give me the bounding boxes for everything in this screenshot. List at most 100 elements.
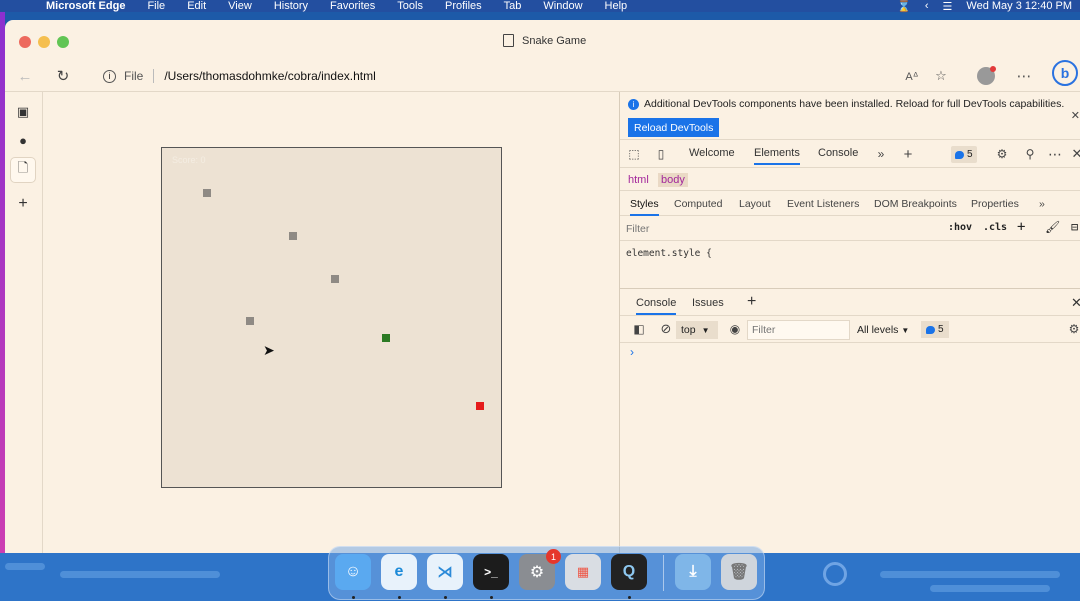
read-aloud-icon[interactable]: Aᐞ [902,66,922,86]
context-select[interactable]: top ▼ [676,321,718,339]
more-subtabs-chevron-icon[interactable]: » [1039,198,1045,210]
menu-app-name[interactable]: Microsoft Edge [46,0,125,12]
tab-welcome[interactable]: Welcome [689,147,735,159]
reload-icon[interactable]: ↻ [53,66,73,86]
snake-head [382,334,390,342]
close-icon[interactable]: ✕ [1071,109,1080,122]
menu-history[interactable]: History [274,0,308,12]
subtab-layout[interactable]: Layout [739,198,771,210]
profile-button[interactable] [976,66,996,86]
trash-icon[interactable]: 🗑 [721,554,757,590]
quicktime-icon[interactable]: Q [611,554,647,590]
add-tab-plus-icon[interactable]: + [900,146,916,163]
context-value: top [681,324,696,336]
breadcrumb-html[interactable]: html [625,173,652,187]
favorites-star-icon[interactable]: ☆ [931,66,951,86]
console-messages-count: 5 [938,324,944,335]
system-settings-icon[interactable]: ⚙ 1 [519,549,561,590]
tab-actions-icon[interactable]: ▣ [11,100,35,124]
close-drawer-icon[interactable]: ✕ [1071,295,1080,311]
breadcrumb: html body [620,169,1080,191]
menu-view[interactable]: View [228,0,252,12]
mac-menu-bar: Microsoft Edge File Edit View History Fa… [0,0,1080,13]
breadcrumb-body[interactable]: body [658,173,688,187]
address-bar[interactable]: i File /Users/thomasdohmke/cobra/index.h… [89,64,849,88]
styles-pane-tabs: Styles Computed Layout Event Listeners D… [620,192,1080,216]
messages-badge[interactable]: 5 [951,146,977,163]
sidebar-toggle-icon[interactable]: ⊟ [1071,220,1078,234]
window-title-text: Snake Game [522,34,587,47]
reload-devtools-button[interactable]: Reload DevTools [628,118,720,137]
new-style-rule-icon[interactable]: + [1017,219,1025,235]
terminal-icon[interactable]: >_ [473,554,509,590]
menu-help[interactable]: Help [605,0,628,12]
styles-filter-bar: :hov .cls + 🖌 ⊟ [620,217,1080,241]
menu-file[interactable]: File [147,0,165,12]
device-emulation-icon[interactable]: ▯ [653,147,669,161]
subtab-computed[interactable]: Computed [674,198,722,210]
cls-toggle[interactable]: .cls [983,222,1007,233]
inspect-element-icon[interactable]: ⬚ [626,147,642,161]
styles-filter-input[interactable] [626,221,934,237]
launchpad-icon[interactable]: ▦ [565,554,601,590]
clear-console-icon[interactable]: ⊘ [658,321,674,336]
menu-profiles[interactable]: Profiles [445,0,482,12]
url-text[interactable]: /Users/thomasdohmke/cobra/index.html [164,69,375,83]
address-separator [153,69,155,83]
subtab-properties[interactable]: Properties [971,198,1019,210]
edge-icon[interactable]: e [381,554,417,590]
menu-window[interactable]: Window [543,0,582,12]
subtab-dom-breakpoints[interactable]: DOM Breakpoints [874,198,957,210]
tab-console[interactable]: Console [818,147,858,159]
menu-clock[interactable]: Wed May 3 12:40 PM [966,0,1072,12]
close-window-button[interactable] [19,36,31,48]
devtools-main-tabs: ⬚ ▯ Welcome Elements Console » + 5 ⚙ ⚲ ⋯… [620,141,1080,168]
finder-icon[interactable]: ☺ [335,554,371,590]
new-tab-plus-icon[interactable]: + [11,192,35,216]
add-drawer-tab-plus-icon[interactable]: + [747,293,756,311]
back-arrow-icon[interactable]: ← [15,66,35,86]
gear-icon[interactable]: ⚙ [994,147,1010,161]
dropdown-arrow-icon: ▼ [901,326,910,335]
snake-game-tab-icon[interactable]: 🗋 [11,158,35,182]
bing-icon: b [1052,60,1078,86]
hourglass-icon[interactable]: ⌛ [897,0,911,13]
info-icon[interactable]: i [103,69,116,83]
more-options-icon[interactable]: ⋯ [1047,146,1063,162]
tab-elements[interactable]: Elements [754,147,800,165]
paint-brush-icon[interactable]: 🖌 [1045,220,1060,234]
bing-copilot-button[interactable]: b [1051,60,1079,86]
drawer-tab-issues[interactable]: Issues [692,297,724,309]
subtab-styles[interactable]: Styles [630,198,659,216]
wallpaper-stripe [880,571,1060,578]
hov-toggle[interactable]: :hov [948,222,972,233]
console-sidebar-icon[interactable]: ◧ [631,322,647,336]
control-center-icon[interactable]: ☰ [943,0,953,13]
minimize-window-button[interactable] [38,36,50,48]
console-messages-badge[interactable]: 5 [921,321,949,338]
menu-favorites[interactable]: Favorites [330,0,375,12]
close-icon[interactable]: ✕ [1069,146,1080,161]
vscode-icon[interactable]: ⋊ [427,554,463,590]
customize-icon[interactable]: ⚲ [1022,147,1038,161]
more-tabs-chevron-icon[interactable]: » [873,147,889,161]
element-style-rule[interactable]: element.style { [626,248,712,259]
more-options-icon[interactable]: ⋯ [1014,66,1034,86]
console-settings-gear-icon[interactable]: ⚙ [1066,322,1080,336]
menu-tools[interactable]: Tools [397,0,423,12]
downloads-folder-icon[interactable]: ⤓ [675,554,711,590]
github-tab-icon[interactable]: ● [11,128,35,152]
eye-icon[interactable]: ◉ [727,322,743,336]
drawer-tab-console[interactable]: Console [636,297,677,315]
wallpaper-stripe [930,585,1050,592]
subtab-event-listeners[interactable]: Event Listeners [787,198,859,210]
menu-edit[interactable]: Edit [187,0,206,12]
game-canvas[interactable]: Score: 0 [161,147,502,488]
menu-tab[interactable]: Tab [504,0,522,12]
zoom-window-button[interactable] [57,36,69,48]
console-prompt[interactable]: › [630,345,634,359]
console-filter-input[interactable] [747,320,850,340]
chevron-left-icon[interactable]: ‹ [925,0,929,12]
title-bar: Snake Game [5,20,1080,60]
log-levels-select[interactable]: All levels ▼ [857,324,909,336]
